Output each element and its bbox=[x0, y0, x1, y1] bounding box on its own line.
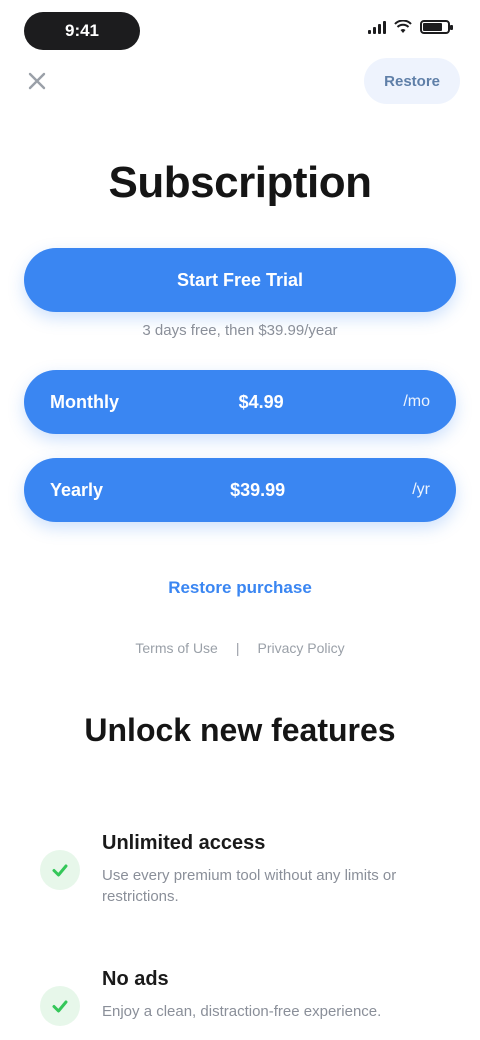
plan-period: /mo bbox=[403, 393, 430, 410]
restore-button[interactable]: Restore bbox=[364, 58, 460, 104]
feature-text: Unlimited access Use every premium tool … bbox=[102, 832, 440, 907]
feature-title: Unlimited access bbox=[102, 832, 266, 854]
paywall-screen: 9:41 Restore Subscription Start Free Tri… bbox=[0, 0, 480, 1040]
check-icon bbox=[40, 850, 80, 890]
features-title: Unlock new features bbox=[84, 712, 396, 748]
yearly-plan-button[interactable]: Yearly $39.99 /yr bbox=[24, 458, 456, 522]
status-icons bbox=[368, 20, 453, 34]
status-time: 9:41 bbox=[24, 12, 140, 50]
start-trial-button[interactable]: Start Free Trial bbox=[24, 248, 456, 312]
wifi-icon bbox=[394, 20, 412, 33]
check-icon bbox=[40, 986, 80, 1026]
plan-label: Monthly bbox=[50, 391, 119, 412]
monthly-plan-button[interactable]: Monthly $4.99 /mo bbox=[24, 370, 456, 434]
feature-item: Unlimited access Use every premium tool … bbox=[40, 832, 440, 907]
terms-link[interactable]: Terms of Use bbox=[135, 640, 217, 656]
plan-price: $39.99 bbox=[230, 479, 286, 500]
legal-separator: | bbox=[235, 640, 240, 656]
feature-title: No ads bbox=[102, 968, 169, 990]
close-icon bbox=[28, 72, 46, 90]
feature-description: Use every premium tool without any limit… bbox=[102, 867, 397, 905]
feature-text: No ads Enjoy a clean, distraction-free e… bbox=[102, 968, 440, 1026]
signal-icon bbox=[368, 20, 386, 34]
plan-label: Start Free Trial bbox=[176, 269, 304, 290]
plan-price: $4.99 bbox=[238, 391, 284, 412]
page-title: Subscription bbox=[108, 158, 372, 207]
feature-description: Enjoy a clean, distraction-free experien… bbox=[102, 1003, 382, 1020]
privacy-link[interactable]: Privacy Policy bbox=[257, 640, 344, 656]
restore-purchase-link[interactable]: Restore purchase bbox=[0, 578, 480, 598]
legal-links: Terms of Use | Privacy Policy bbox=[0, 640, 480, 656]
status-bar: 9:41 bbox=[0, 0, 480, 64]
close-button[interactable] bbox=[22, 66, 52, 96]
trial-note: 3 days free, then $39.99/year bbox=[142, 322, 338, 339]
plan-label: Yearly bbox=[50, 479, 104, 500]
battery-icon bbox=[420, 20, 453, 34]
feature-item: No ads Enjoy a clean, distraction-free e… bbox=[40, 968, 440, 1026]
plan-period: /yr bbox=[412, 481, 430, 498]
